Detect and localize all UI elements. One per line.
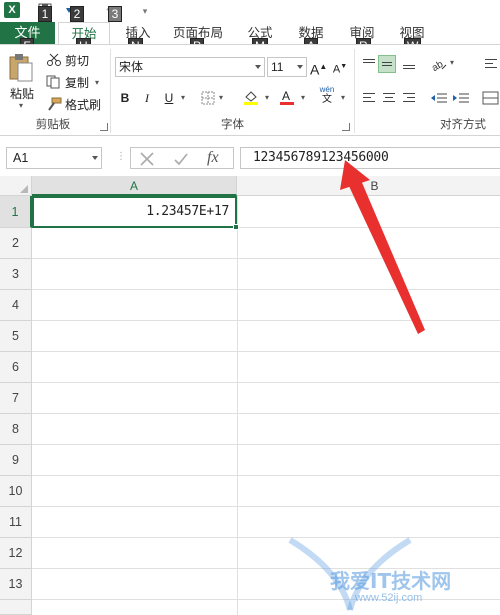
watermark-text: 我爱IT技术网 (330, 569, 452, 593)
watermark-url: www.52ij.com (355, 592, 423, 604)
annotation-arrow (340, 160, 425, 334)
